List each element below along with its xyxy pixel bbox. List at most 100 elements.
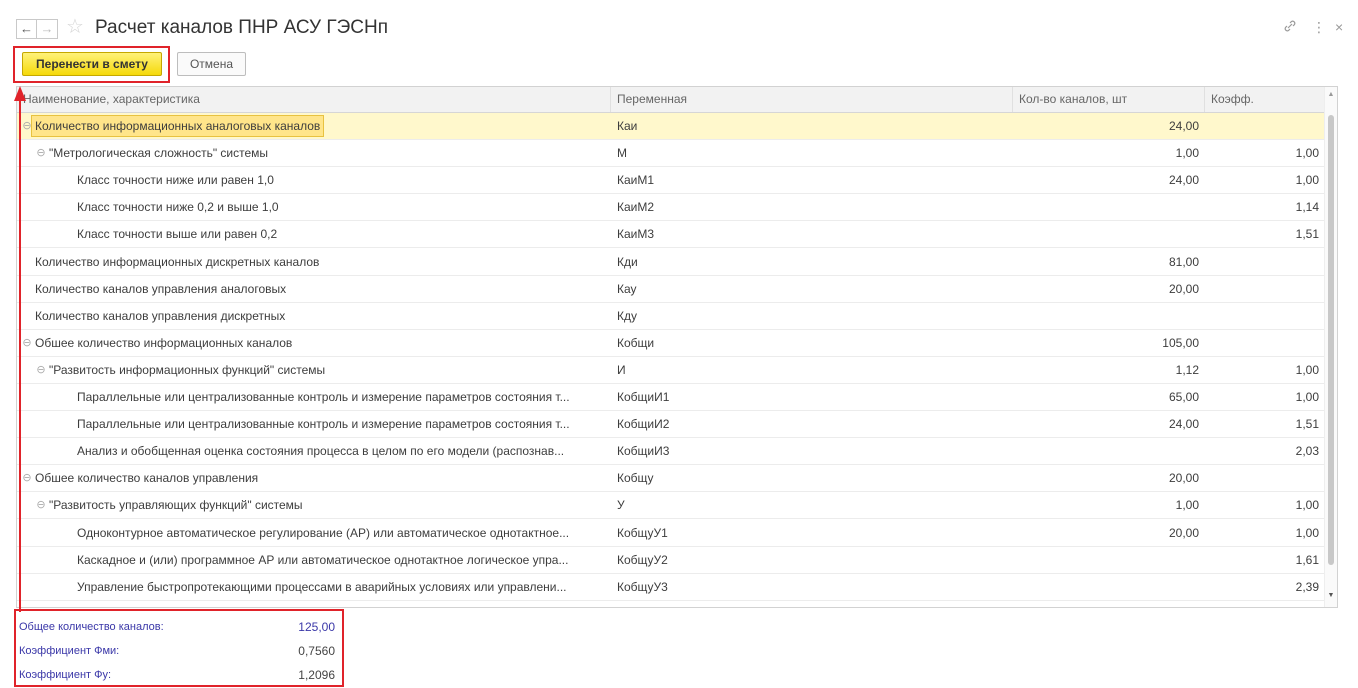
table-row[interactable]: ⊖ "Метрологическая сложность" системы М 1,0…: [17, 140, 1325, 168]
transfer-to-estimate-button[interactable]: Перенести в смету: [22, 52, 162, 76]
collapse-toggle-icon[interactable]: ⊖: [35, 357, 47, 383]
collapse-toggle-icon[interactable]: ⊖: [35, 140, 47, 166]
row-name: Каскадное и (или) программное АР или авт…: [77, 552, 569, 567]
cell-channel-count: 24,00: [1168, 417, 1199, 432]
scroll-thumb[interactable]: [1328, 115, 1334, 565]
cell-coefficient: [1205, 249, 1319, 275]
vertical-scrollbar[interactable]: ▲ ▼: [1324, 87, 1337, 607]
row-name: Количество информационных аналоговых кан…: [31, 115, 325, 137]
link-icon[interactable]: [1282, 18, 1298, 38]
cell-variable: Кду: [617, 308, 637, 323]
cell-coefficient: 1,00: [1295, 146, 1319, 161]
more-options-icon[interactable]: ⋮: [1312, 18, 1326, 36]
table-row[interactable]: ⊖ Обшее количество каналов управления Кобщ…: [17, 465, 1325, 493]
summary-label: Коэффициент Фми:: [19, 645, 120, 657]
row-name: "Метрологическая сложность" системы: [49, 146, 269, 161]
table-row[interactable]: Класс точности ниже или равен 1,0 КаиМ1 24…: [17, 167, 1325, 195]
cell-channel-count: 1,12: [1175, 362, 1199, 377]
row-name: Одноконтурное автоматическое регулирован…: [77, 525, 570, 540]
table-row[interactable]: Управление быстропротекающими процессами…: [17, 574, 1325, 601]
row-name: Количество каналов управления аналоговых: [35, 281, 287, 296]
cell-coefficient: 1,61: [1295, 552, 1319, 567]
cell-name: Одноконтурное автоматическое регулирован…: [17, 520, 611, 546]
cell-coefficient: 2,03: [1295, 444, 1319, 459]
cell-name: Класс точности ниже или равен 1,0: [17, 167, 611, 193]
cell-name: Управление быстропротекающими процессами…: [17, 574, 611, 600]
cell-name: ⊖ Обшее количество информационных каналов: [17, 330, 611, 356]
cell-variable: Кобщу: [617, 471, 654, 486]
row-name: Количество информационных дискретных кан…: [35, 254, 320, 269]
scroll-down-icon[interactable]: ▼: [1325, 592, 1337, 599]
collapse-toggle-icon[interactable]: ⊖: [35, 492, 47, 518]
cell-variable: КаиМ3: [617, 227, 655, 242]
header-coefficient[interactable]: Коэфф.: [1205, 87, 1325, 112]
header-variable[interactable]: Переменная: [611, 87, 1013, 112]
cell-name: Класс точности выше или равен 0,2: [17, 221, 611, 247]
table-row[interactable]: Анализ и обобщенная оценка состояния про…: [17, 438, 1325, 466]
cell-channel-count: 24,00: [1168, 119, 1199, 133]
cell-channel-count: [1013, 438, 1199, 464]
cell-name: Количество информационных дискретных кан…: [17, 249, 611, 275]
collapse-toggle-icon[interactable]: ⊖: [21, 465, 33, 491]
table-row[interactable]: Одноконтурное автоматическое регулирован…: [17, 520, 1325, 547]
summary-value: 0,7560: [298, 644, 335, 658]
cell-name: ⊖ "Метрологическая сложность" системы: [17, 140, 611, 166]
collapse-toggle-icon[interactable]: ⊖: [21, 330, 33, 356]
cell-channel-count: [1013, 547, 1199, 573]
cell-variable: И: [617, 362, 626, 377]
table-row[interactable]: Класс точности ниже 0,2 и выше 1,0 КаиМ2 1…: [17, 194, 1325, 222]
table-row[interactable]: ⊖ Количество информационных аналоговых ка…: [17, 113, 1325, 140]
row-name: Класс точности выше или равен 0,2: [77, 227, 278, 242]
row-name: Обшее количество каналов управления: [35, 471, 259, 486]
back-arrow-icon[interactable]: ←: [16, 19, 37, 39]
cell-variable: У: [617, 498, 625, 513]
table-row[interactable]: Количество каналов управления аналоговых…: [17, 276, 1325, 303]
table-row[interactable]: Класс точности выше или равен 0,2 КаиМ3 1,…: [17, 221, 1325, 249]
cell-channel-count: [1013, 221, 1199, 247]
cell-coefficient: [1205, 465, 1319, 491]
table-row[interactable]: Количество информационных дискретных кан…: [17, 249, 1325, 276]
cell-channel-count: 24,00: [1168, 173, 1199, 188]
cell-coefficient: 1,51: [1295, 417, 1319, 432]
close-icon[interactable]: ×: [1335, 18, 1343, 36]
cell-channel-count: [1013, 303, 1199, 329]
title-bar: ← → ☆ Расчет каналов ПНР АСУ ГЭСНп ⋮ ×: [0, 0, 1358, 44]
table-row[interactable]: Каскадное и (или) программное АР или авт…: [17, 547, 1325, 574]
cell-name: Параллельные или централизованные контро…: [17, 384, 611, 410]
cell-coefficient: [1205, 276, 1319, 302]
row-name: "Развитость управляющих функций" системы: [49, 498, 303, 513]
cell-name: Параллельные или централизованные контро…: [17, 411, 611, 437]
table-row[interactable]: ⊖ "Развитость управляющих функций" систем…: [17, 492, 1325, 520]
cell-channel-count: 1,00: [1175, 498, 1199, 513]
table-row[interactable]: Количество каналов управления дискретных…: [17, 303, 1325, 330]
favorite-star-icon[interactable]: ☆: [66, 15, 84, 39]
cell-channel-count: [1013, 574, 1199, 600]
cell-variable: Кди: [617, 254, 638, 269]
table-row[interactable]: ⊖ "Развитость информационных функций" сис…: [17, 357, 1325, 384]
window-title: Расчет каналов ПНР АСУ ГЭСНп: [95, 17, 389, 38]
cell-variable: М: [617, 146, 627, 161]
row-name: Управление быстропротекающими процессами…: [77, 579, 567, 594]
table-header: Наименование, характеристика Переменная …: [17, 87, 1337, 113]
summary-value: 1,2096: [298, 668, 335, 682]
header-channel-count[interactable]: Кол-во каналов, шт: [1013, 87, 1205, 112]
channels-table: Наименование, характеристика Переменная …: [16, 86, 1338, 608]
cell-coefficient: 1,00: [1295, 390, 1319, 404]
cell-channel-count: 81,00: [1168, 254, 1199, 269]
cell-coefficient: [1205, 113, 1319, 139]
table-row[interactable]: ⊖ Обшее количество информационных каналов…: [17, 330, 1325, 357]
cell-variable: Кау: [617, 281, 637, 296]
table-row[interactable]: Параллельные или централизованные контро…: [17, 384, 1325, 411]
forward-arrow-icon[interactable]: →: [37, 19, 58, 39]
scroll-up-icon[interactable]: ▲: [1325, 91, 1337, 98]
table-row[interactable]: Параллельные или централизованные контро…: [17, 411, 1325, 439]
row-name: Параллельные или централизованные контро…: [77, 390, 570, 404]
cell-channel-count: 20,00: [1168, 281, 1199, 296]
cell-variable: КобщиИ2: [617, 417, 670, 432]
cell-variable: КаиМ1: [617, 173, 655, 188]
cancel-button[interactable]: Отмена: [177, 52, 246, 76]
row-name: Класс точности ниже 0,2 и выше 1,0: [77, 200, 279, 215]
header-name[interactable]: Наименование, характеристика: [17, 87, 611, 112]
cell-variable: КобщиИ1: [617, 390, 670, 404]
cell-name: ⊖ Обшее количество каналов управления: [17, 465, 611, 491]
